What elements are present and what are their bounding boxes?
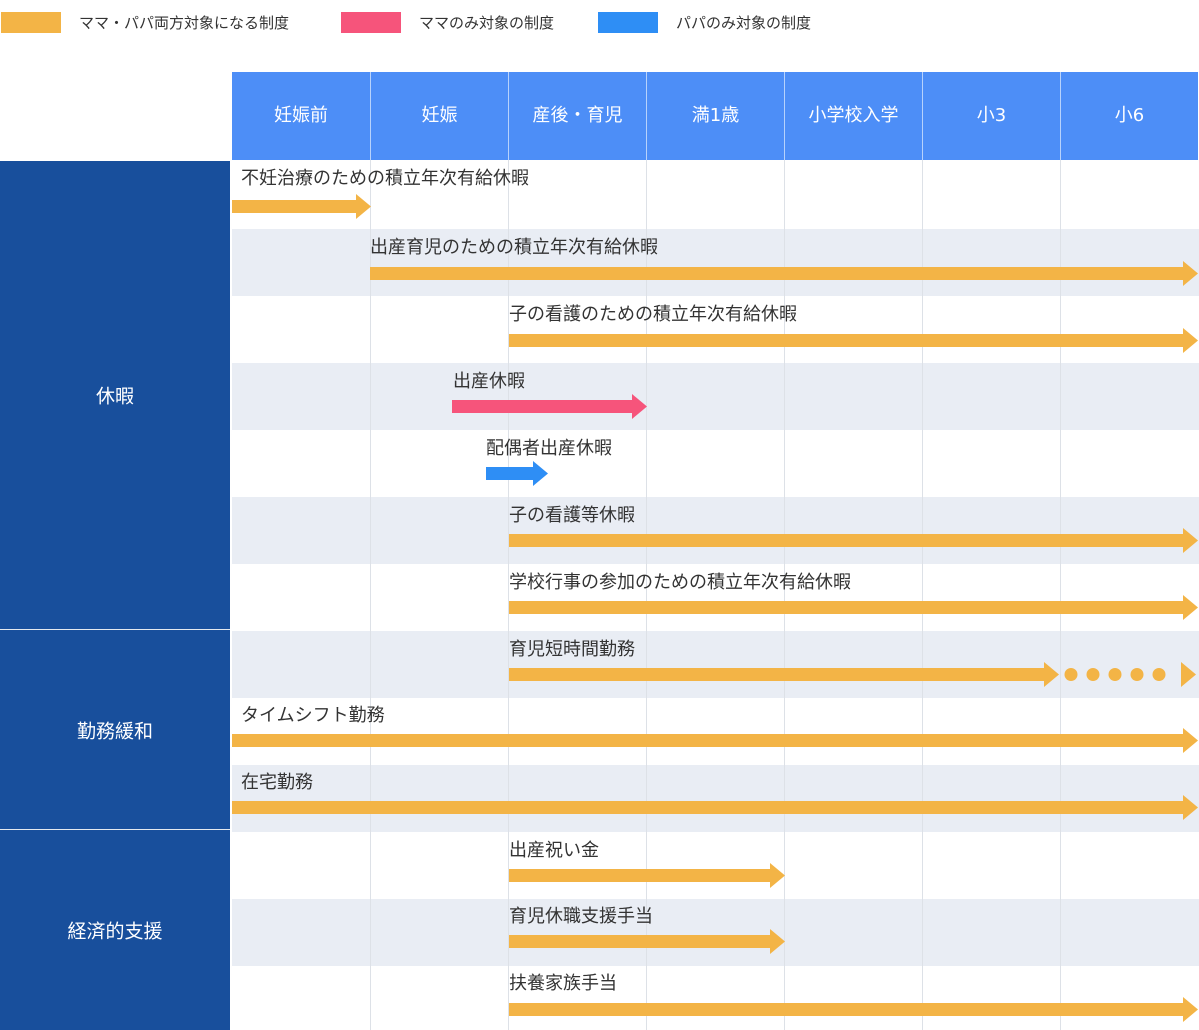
system-label-maternity-leave: 出産休暇	[453, 371, 525, 392]
arrow-head	[1183, 728, 1198, 753]
arrow-head	[632, 394, 647, 419]
arrow-head	[1044, 662, 1059, 687]
arrow-bar	[509, 334, 1183, 347]
arrow-bar	[232, 200, 356, 213]
arrow-bar	[509, 1003, 1183, 1016]
system-label-fertility-leave: 不妊治療のための積立年次有給休暇	[241, 168, 529, 189]
system-label-school-event-leave: 学校行事の参加のための積立年次有給休暇	[509, 572, 851, 593]
arrow-bar	[509, 601, 1183, 614]
arrow-head	[1183, 595, 1198, 620]
arrow-head	[770, 863, 785, 888]
arrow-bar	[509, 935, 770, 948]
dotted-continuation	[1086, 668, 1100, 681]
arrow-head	[1183, 528, 1198, 553]
dotted-continuation	[1130, 668, 1144, 681]
arrow-bar	[370, 267, 1183, 280]
dotted-continuation	[1108, 668, 1122, 681]
arrow-bar	[486, 467, 533, 480]
system-label-childcare-nursing-leave: 子の看護のための積立年次有給休暇	[509, 304, 797, 325]
system-label-child-nursing-leave: 子の看護等休暇	[509, 505, 635, 526]
arrow-bar	[232, 801, 1183, 814]
arrow-head	[533, 461, 548, 486]
arrow-bar	[232, 734, 1183, 747]
arrow-bar	[509, 668, 1044, 681]
system-label-short-hours: 育児短時間勤務	[509, 639, 635, 660]
arrow-bar	[509, 534, 1183, 547]
arrow-head	[1183, 997, 1198, 1022]
system-label-childcare-allowance: 育児休職支援手当	[509, 906, 653, 927]
system-label-childbirth-leave: 出産育児のための積立年次有給休暇	[370, 237, 658, 258]
system-label-dependent-allowance: 扶養家族手当	[509, 973, 617, 994]
system-label-time-shift: タイムシフト勤務	[241, 705, 385, 726]
system-label-remote-work: 在宅勤務	[241, 772, 313, 793]
arrow-head	[1181, 662, 1196, 687]
system-label-birth-gift: 出産祝い金	[509, 840, 599, 861]
arrow-head	[1183, 328, 1198, 353]
arrow-head	[1183, 795, 1198, 820]
system-label-spouse-maternity-leave: 配偶者出産休暇	[486, 438, 612, 459]
arrow-head	[770, 929, 785, 954]
arrow-head	[356, 194, 371, 219]
arrow-head	[1183, 261, 1198, 286]
arrow-bar	[452, 400, 632, 413]
arrow-bar	[509, 869, 770, 882]
dotted-continuation	[1152, 668, 1166, 681]
dotted-continuation	[1064, 668, 1078, 681]
